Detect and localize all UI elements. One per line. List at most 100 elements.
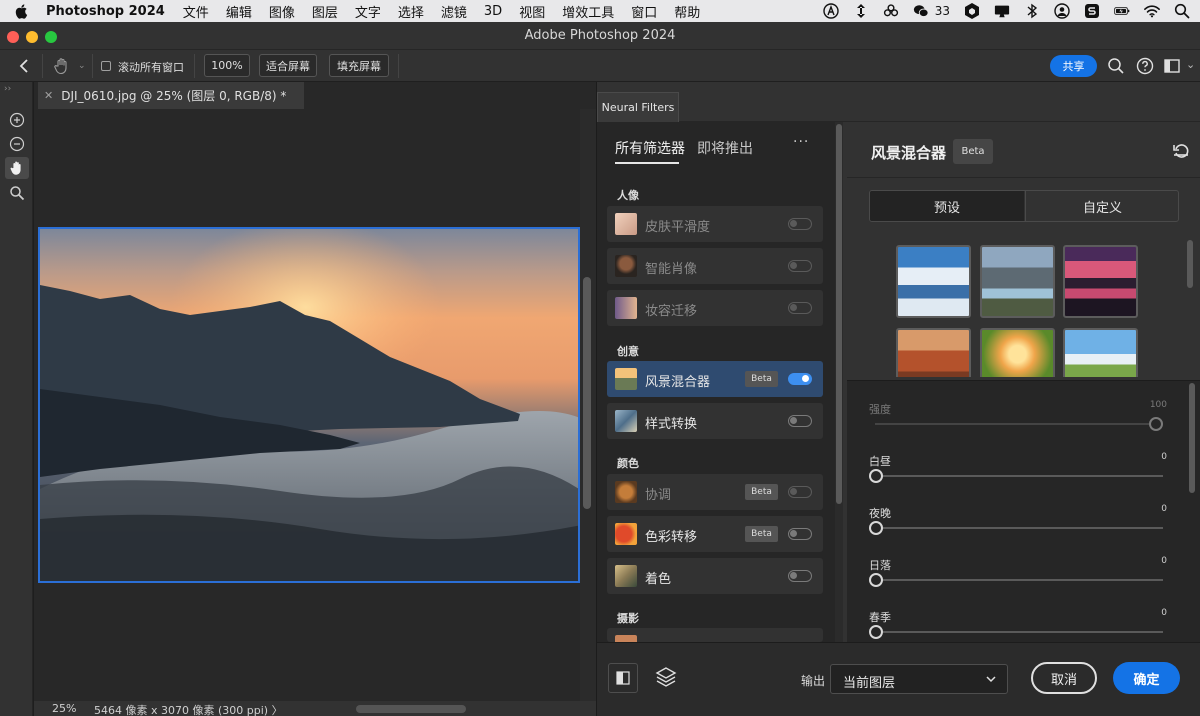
- zoom-in-tool-icon[interactable]: [5, 109, 29, 131]
- preset-scrollbar[interactable]: [1187, 240, 1193, 288]
- filter-item-color-transfer[interactable]: 色彩转移 Beta: [607, 516, 823, 552]
- menu-plugins[interactable]: 增效工具: [562, 2, 614, 21]
- tab-all-filters[interactable]: 所有筛选器: [615, 138, 685, 158]
- zoom-level[interactable]: 25%: [52, 702, 76, 715]
- slider-track[interactable]: [875, 631, 1163, 633]
- before-after-toggle-button[interactable]: [608, 663, 638, 693]
- preset-sunset-hills[interactable]: [980, 328, 1055, 377]
- reset-icon[interactable]: [1172, 142, 1190, 160]
- filter-item-partial[interactable]: [607, 628, 823, 642]
- tab-coming-soon[interactable]: 即将推出: [697, 138, 753, 158]
- filter-item-colorize[interactable]: 着色: [607, 558, 823, 594]
- slider-track[interactable]: [875, 579, 1163, 581]
- battery-icon[interactable]: [1114, 3, 1130, 19]
- more-options-icon[interactable]: ···: [793, 134, 809, 150]
- search-icon[interactable]: [1106, 56, 1126, 76]
- hand-tool-icon[interactable]: [52, 56, 72, 76]
- menubar-app-name[interactable]: Photoshop 2024: [46, 4, 165, 19]
- filter-item-smart-portrait[interactable]: 智能肖像: [607, 248, 823, 284]
- filter-item-style-transfer[interactable]: 样式转换: [607, 403, 823, 439]
- wifi-icon[interactable]: [1144, 3, 1160, 19]
- menu-filter[interactable]: 滤镜: [441, 2, 467, 21]
- share-button[interactable]: 共享: [1050, 55, 1097, 77]
- user-circle-icon[interactable]: [1054, 3, 1070, 19]
- slider-track[interactable]: [875, 475, 1163, 477]
- filter-item-makeup-transfer[interactable]: 妆容迁移: [607, 290, 823, 326]
- menu-view[interactable]: 视图: [519, 2, 545, 21]
- help-icon[interactable]: [1135, 56, 1155, 76]
- slider-scrollbar[interactable]: [1189, 383, 1195, 493]
- filter-item-landscape-mixer[interactable]: 风景混合器 Beta: [607, 361, 823, 397]
- wechat-icon[interactable]: [913, 3, 929, 19]
- preset-canyon[interactable]: [896, 328, 971, 377]
- makeup-transfer-toggle[interactable]: [788, 302, 812, 314]
- canvas-horizontal-scrollbar[interactable]: [356, 705, 466, 713]
- zoom-out-tool-icon[interactable]: [5, 133, 29, 155]
- document-info[interactable]: 5464 像素 x 3070 像素 (300 ppi) 〉: [94, 702, 283, 716]
- scrollbar-thumb[interactable]: [583, 277, 591, 509]
- preset-green-valley[interactable]: [1063, 328, 1138, 377]
- chevron-down-icon[interactable]: ⌄: [78, 61, 86, 71]
- scroll-all-windows-checkbox[interactable]: [101, 61, 111, 71]
- slider-track[interactable]: [875, 423, 1163, 425]
- menu-image[interactable]: 图像: [269, 2, 295, 21]
- color-transfer-toggle[interactable]: [788, 528, 812, 540]
- accessibility-a-icon[interactable]: [823, 3, 839, 19]
- bluetooth-icon[interactable]: [1024, 3, 1040, 19]
- style-transfer-toggle[interactable]: [788, 415, 812, 427]
- panel-collapse-icon[interactable]: ››: [4, 84, 11, 94]
- skin-smoothing-toggle[interactable]: [788, 218, 812, 230]
- fit-screen-button[interactable]: 适合屏幕: [259, 54, 317, 77]
- tab-preset[interactable]: 预设: [870, 191, 1024, 221]
- slider-handle[interactable]: [869, 521, 883, 535]
- menu-select[interactable]: 选择: [398, 2, 424, 21]
- apple-icon[interactable]: [14, 3, 30, 19]
- infinity-link-icon[interactable]: [883, 3, 899, 19]
- slider-handle[interactable]: [869, 625, 883, 639]
- close-tab-icon[interactable]: ✕: [44, 89, 53, 102]
- ok-button[interactable]: 确定: [1113, 662, 1180, 694]
- tab-custom[interactable]: 自定义: [1025, 191, 1178, 221]
- s-app-icon[interactable]: [1084, 3, 1100, 19]
- zoom-100-button[interactable]: 100%: [204, 54, 250, 77]
- menu-layer[interactable]: 图层: [312, 2, 338, 21]
- workspace-layout-icon[interactable]: [1163, 56, 1183, 76]
- preset-alpine-lake[interactable]: [980, 245, 1055, 318]
- preset-snowy-mountain[interactable]: [896, 245, 971, 318]
- neural-filters-tab[interactable]: Neural Filters: [597, 92, 679, 122]
- colorize-toggle[interactable]: [788, 570, 812, 582]
- filter-item-skin-smoothing[interactable]: 皮肤平滑度: [607, 206, 823, 242]
- menu-type[interactable]: 文字: [355, 2, 381, 21]
- back-chevron-icon[interactable]: [15, 57, 33, 75]
- smart-portrait-toggle[interactable]: [788, 260, 812, 272]
- cancel-button[interactable]: 取消: [1031, 662, 1097, 694]
- landscape-mixer-toggle[interactable]: [788, 373, 812, 385]
- slider-handle[interactable]: [869, 573, 883, 587]
- slider-handle[interactable]: [1149, 417, 1163, 431]
- scrollbar-thumb[interactable]: [836, 124, 842, 504]
- shield-cube-icon[interactable]: [964, 3, 980, 19]
- preset-purple-peak[interactable]: [1063, 245, 1138, 318]
- hand-tool-icon[interactable]: [5, 157, 29, 179]
- workspace-chevron-icon[interactable]: ⌄: [1186, 58, 1195, 71]
- menu-3d[interactable]: 3D: [484, 4, 502, 19]
- display-icon[interactable]: [994, 3, 1010, 19]
- document-canvas[interactable]: [34, 109, 580, 701]
- slider-handle[interactable]: [869, 469, 883, 483]
- menu-help[interactable]: 帮助: [674, 2, 700, 21]
- updown-arrows-icon[interactable]: [853, 3, 869, 19]
- filter-list-scrollbar[interactable]: [835, 122, 843, 642]
- output-select[interactable]: 当前图层: [830, 664, 1008, 694]
- layers-icon[interactable]: [654, 665, 678, 689]
- document-tab[interactable]: ✕ DJI_0610.jpg @ 25% (图层 0, RGB/8) *: [38, 82, 304, 109]
- filter-item-harmonize[interactable]: 协调 Beta: [607, 474, 823, 510]
- menu-window[interactable]: 窗口: [631, 2, 657, 21]
- canvas-vertical-scrollbar[interactable]: [580, 109, 596, 701]
- zoom-tool-icon[interactable]: [5, 182, 29, 204]
- fill-screen-button[interactable]: 填充屏幕: [329, 54, 389, 77]
- harmonize-toggle[interactable]: [788, 486, 812, 498]
- slider-track[interactable]: [875, 527, 1163, 529]
- spotlight-search-icon[interactable]: [1174, 3, 1190, 19]
- menu-edit[interactable]: 编辑: [226, 2, 252, 21]
- menu-file[interactable]: 文件: [183, 2, 209, 21]
